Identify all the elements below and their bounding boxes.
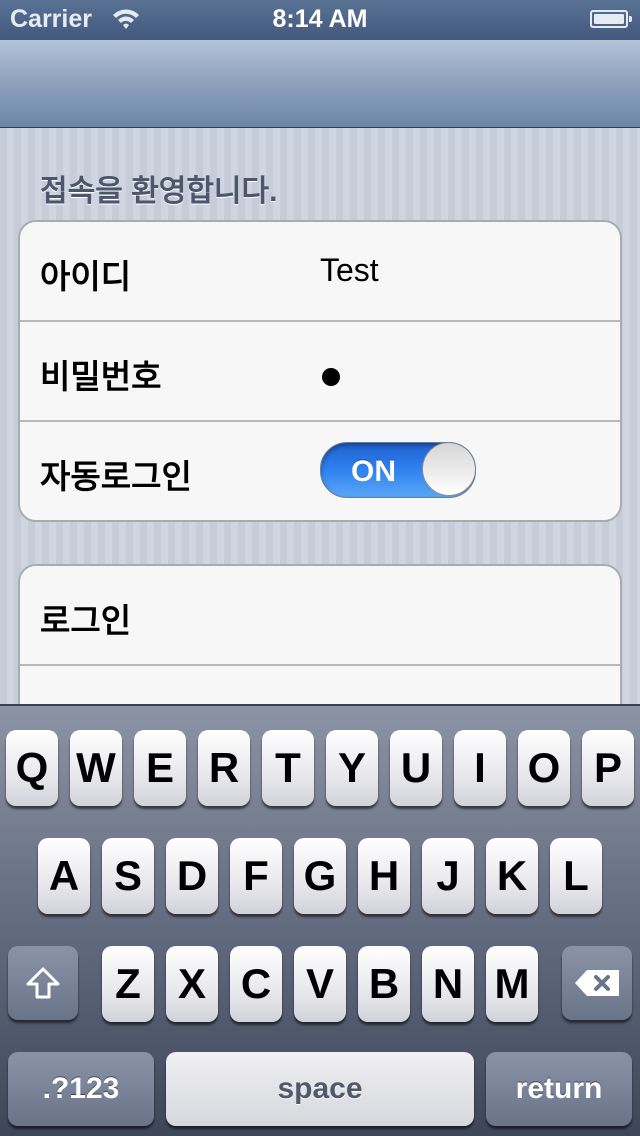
key-o[interactable]: O — [518, 730, 570, 806]
status-time: 8:14 AM — [272, 5, 368, 33]
key-z[interactable]: Z — [102, 946, 154, 1022]
space-key[interactable]: space — [166, 1052, 474, 1126]
key-q[interactable]: Q — [6, 730, 58, 806]
toggle-knob[interactable] — [422, 443, 475, 496]
autologin-label: 자동로그인 — [40, 458, 192, 495]
key-p[interactable]: P — [582, 730, 634, 806]
key-j[interactable]: J — [422, 838, 474, 914]
key-d[interactable]: D — [166, 838, 218, 914]
toggle-on-text: ON — [351, 455, 396, 488]
key-n[interactable]: N — [422, 946, 474, 1022]
return-key[interactable]: return — [486, 1052, 632, 1126]
key-i[interactable]: I — [454, 730, 506, 806]
second-action-row[interactable]: 회원가입 — [20, 664, 620, 704]
welcome-header: 접속을 환영합니다. — [40, 175, 278, 208]
navigation-bar — [0, 40, 640, 128]
keyboard: QWERTYUIOP ASDFGHJKL ZXCVBNM .?123 space… — [0, 704, 640, 1136]
status-bar: Carrier 8:14 AM — [0, 0, 640, 40]
id-row[interactable]: 아이디 Test — [20, 222, 620, 322]
password-input[interactable] — [322, 368, 340, 386]
login-label: 로그인 — [40, 602, 132, 639]
actions-group: 로그인 회원가입 — [18, 564, 622, 704]
key-x[interactable]: X — [166, 946, 218, 1022]
backspace-key[interactable] — [562, 946, 632, 1020]
autologin-toggle[interactable]: ON — [320, 442, 476, 498]
key-a[interactable]: A — [38, 838, 90, 914]
id-input[interactable]: Test — [320, 252, 379, 289]
key-m[interactable]: M — [486, 946, 538, 1022]
numbers-key[interactable]: .?123 — [8, 1052, 154, 1126]
key-v[interactable]: V — [294, 946, 346, 1022]
key-g[interactable]: G — [294, 838, 346, 914]
key-t[interactable]: T — [262, 730, 314, 806]
password-label: 비밀번호 — [40, 358, 162, 395]
login-form-group: 아이디 Test 비밀번호 자동로그인 ON — [18, 220, 622, 522]
shift-key[interactable] — [8, 946, 78, 1020]
key-y[interactable]: Y — [326, 730, 378, 806]
shift-icon — [26, 967, 60, 999]
battery-icon — [590, 10, 632, 28]
key-k[interactable]: K — [486, 838, 538, 914]
autologin-row: 자동로그인 ON — [20, 420, 620, 520]
key-h[interactable]: H — [358, 838, 410, 914]
key-w[interactable]: W — [70, 730, 122, 806]
key-r[interactable]: R — [198, 730, 250, 806]
id-label: 아이디 — [40, 258, 132, 295]
key-s[interactable]: S — [102, 838, 154, 914]
key-e[interactable]: E — [134, 730, 186, 806]
login-form-area: 접속을 환영합니다. 아이디 Test 비밀번호 자동로그인 ON 로그인 회원… — [0, 128, 640, 704]
key-b[interactable]: B — [358, 946, 410, 1022]
second-action-label: 회원가입 — [40, 694, 161, 704]
backspace-icon — [575, 970, 619, 996]
key-c[interactable]: C — [230, 946, 282, 1022]
key-f[interactable]: F — [230, 838, 282, 914]
key-l[interactable]: L — [550, 838, 602, 914]
login-row[interactable]: 로그인 — [20, 566, 620, 666]
key-u[interactable]: U — [390, 730, 442, 806]
password-row[interactable]: 비밀번호 — [20, 320, 620, 422]
